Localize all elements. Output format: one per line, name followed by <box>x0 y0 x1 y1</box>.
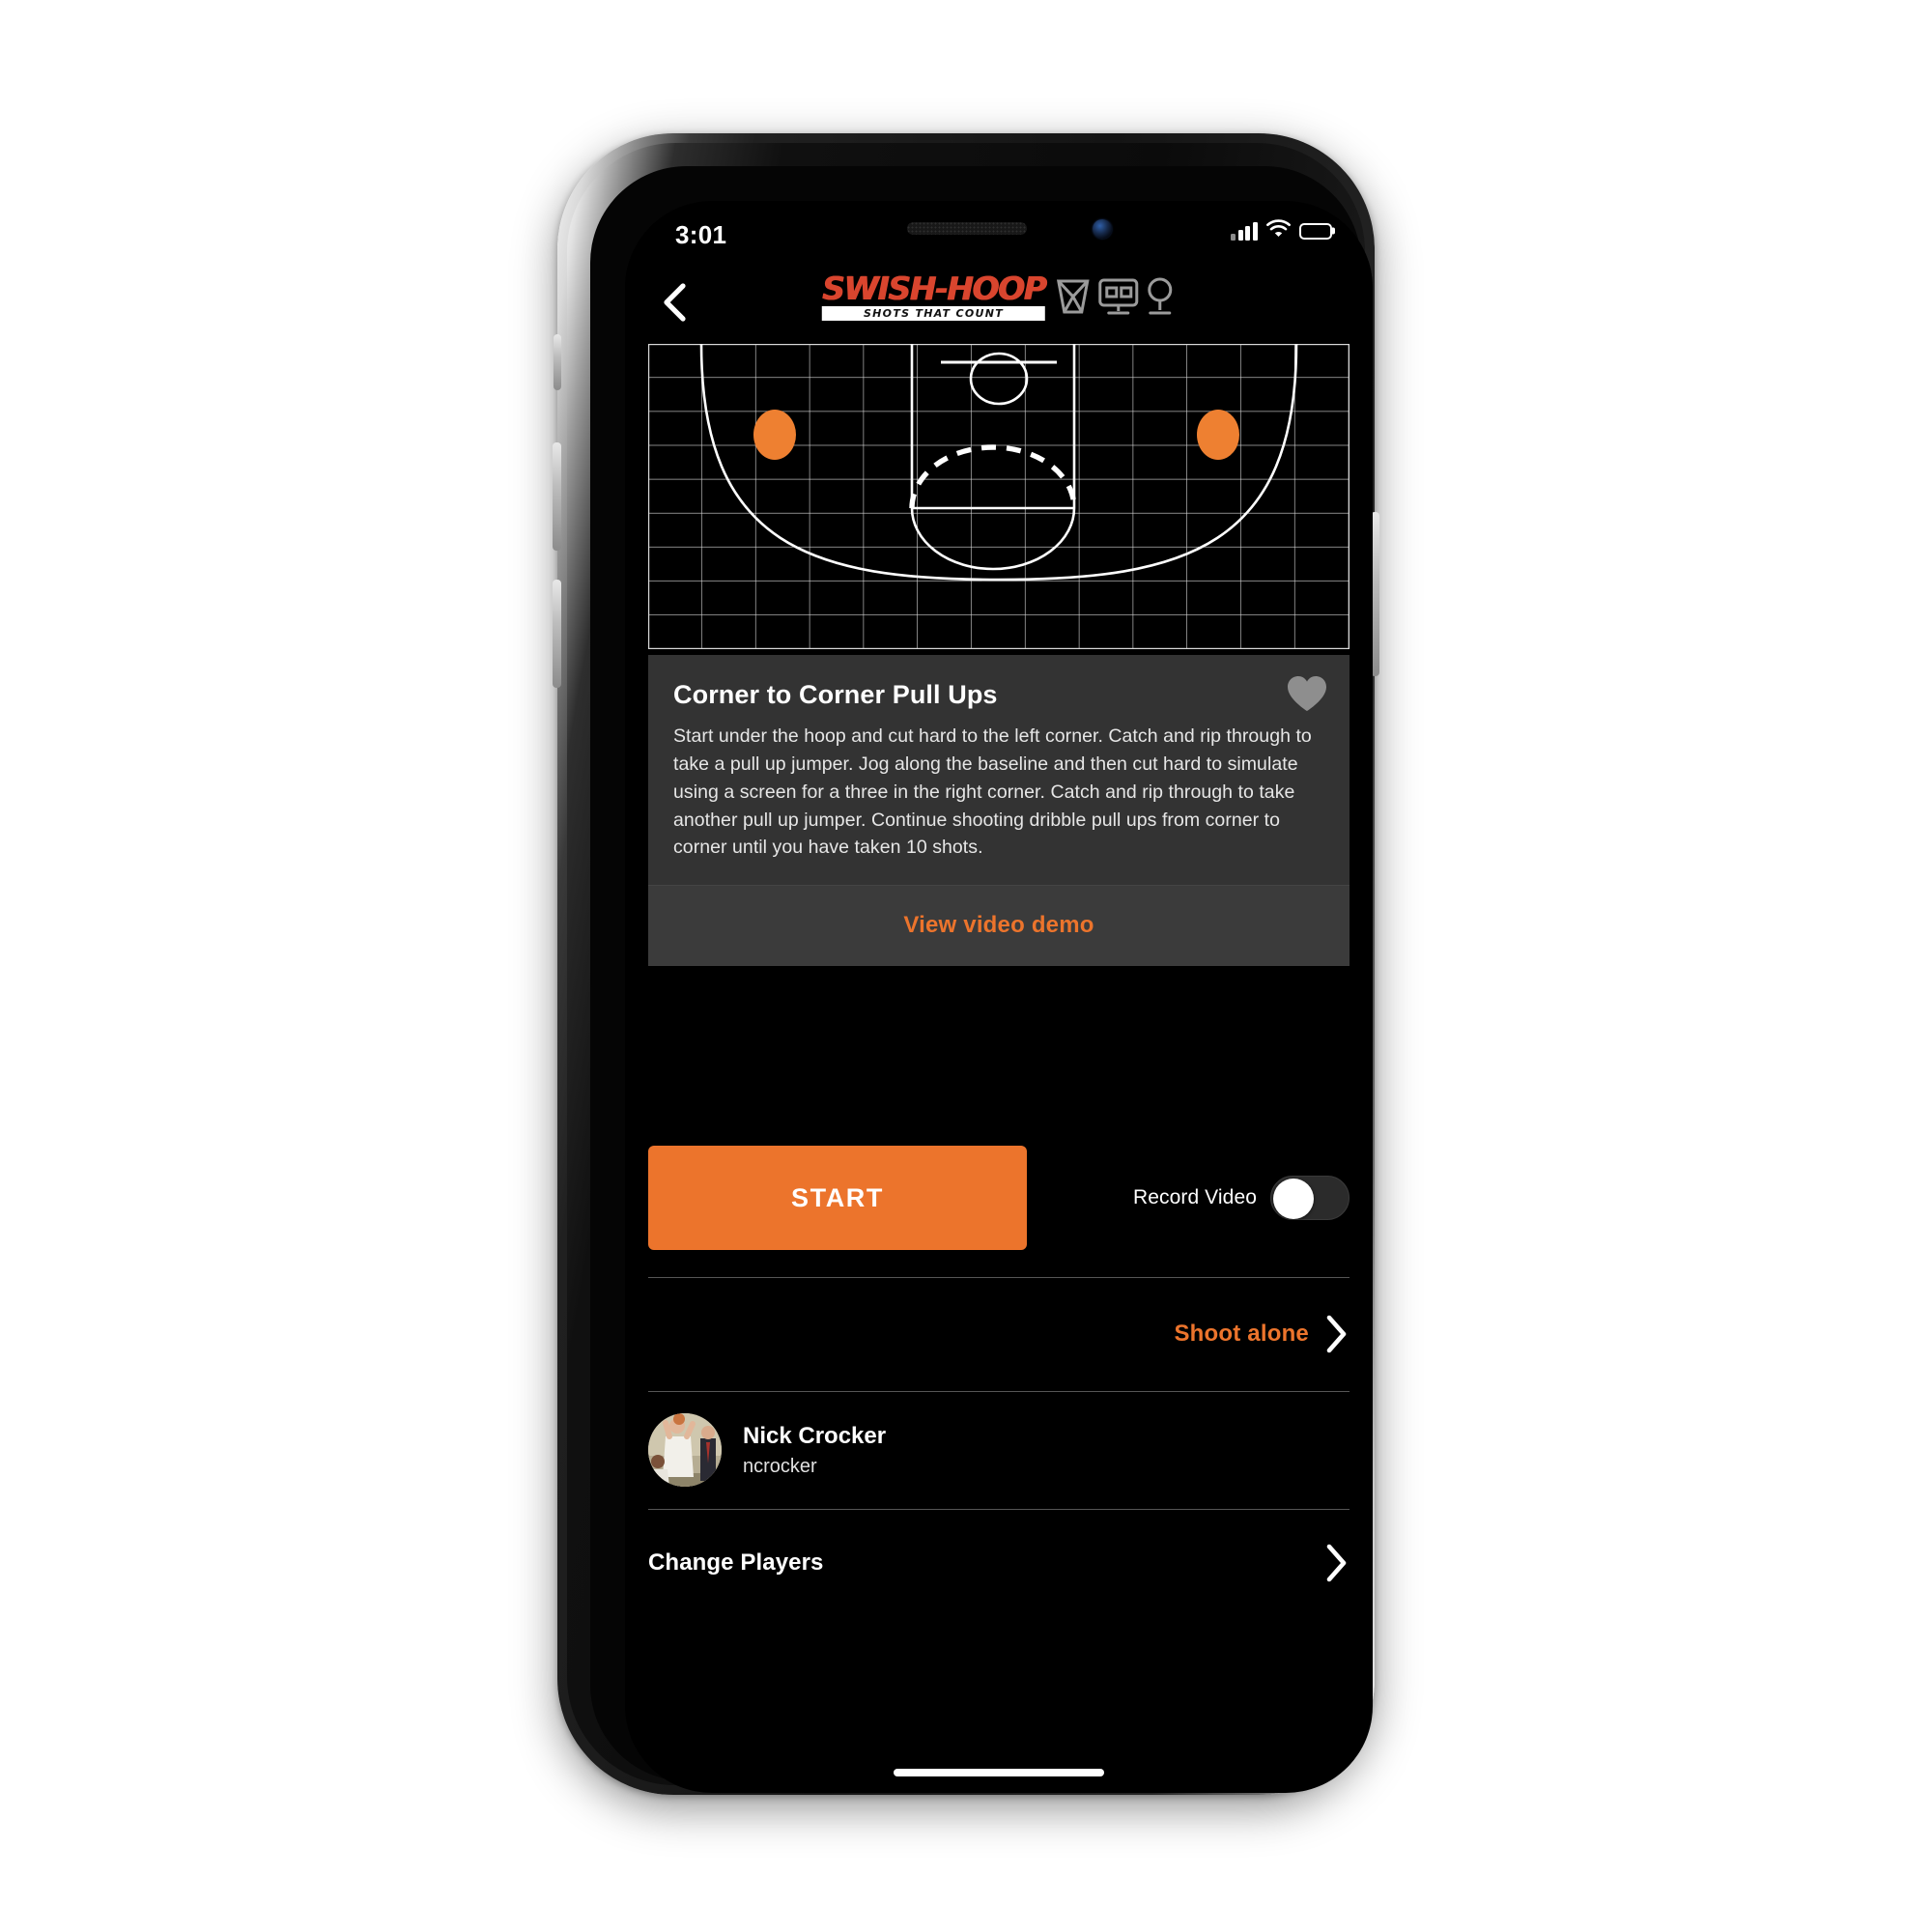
status-bar-clock: 3:01 <box>675 220 727 249</box>
record-video-label: Record Video <box>1132 1186 1257 1208</box>
scoreboard-icon <box>1098 278 1139 315</box>
cellular-signal-icon <box>1231 221 1258 241</box>
drill-description: Start under the hoop and cut hard to the… <box>673 725 1312 859</box>
volume-up-button[interactable] <box>553 442 561 551</box>
app-header: SWISH-HOOP SHOTS THAT COUNT <box>625 261 1373 344</box>
shoot-alone-label: Shoot alone <box>1174 1321 1309 1347</box>
basketball-half-court-diagram[interactable] <box>648 344 1350 649</box>
drill-card-body: Corner to Corner Pull Ups Start under th… <box>648 655 1350 885</box>
change-players-label: Change Players <box>648 1549 824 1576</box>
logo-wordmark: SWISH-HOOP SHOTS THAT COUNT <box>821 270 1047 321</box>
person-icon <box>1148 277 1173 315</box>
toggle-knob <box>1273 1179 1314 1219</box>
front-camera-icon <box>1093 219 1112 239</box>
logo-tagline-text: SHOTS THAT COUNT <box>863 306 1005 320</box>
view-video-demo-button[interactable]: View video demo <box>648 885 1350 967</box>
player-avatar-photo <box>648 1413 722 1487</box>
phone-notch <box>839 201 1158 261</box>
player-handle: ncrocker <box>743 1455 817 1477</box>
back-button[interactable] <box>648 274 704 330</box>
hoop-net-icon <box>1057 279 1091 314</box>
app-logo: SWISH-HOOP SHOTS THAT COUNT <box>821 270 1176 321</box>
phone-bezel-mid: 3:01 SWISH-HOOP SHOTS THAT COUNT Corner … <box>567 143 1373 1793</box>
wifi-icon <box>1266 219 1291 242</box>
change-players-row[interactable]: Change Players <box>648 1509 1350 1617</box>
volume-down-button[interactable] <box>553 580 561 688</box>
drill-title: Corner to Corner Pull Ups <box>673 680 998 709</box>
start-button[interactable]: START <box>648 1146 1027 1250</box>
right-corner-shot-marker <box>1197 410 1239 460</box>
record-video-control: Record Video <box>1027 1176 1350 1220</box>
chevron-right-icon <box>1326 1315 1347 1353</box>
battery-icon <box>1299 222 1332 240</box>
header-icon-group <box>1054 276 1176 317</box>
action-row: START Record Video <box>648 1146 1350 1250</box>
logo-tagline-bar: SHOTS THAT COUNT <box>821 306 1046 321</box>
player-name: Nick Crocker <box>743 1422 887 1449</box>
left-corner-shot-marker <box>753 410 796 460</box>
favorite-heart-icon[interactable] <box>1286 674 1328 713</box>
heart-icon <box>1288 676 1326 711</box>
court-diagram-container <box>625 344 1373 649</box>
status-bar-icons <box>1231 219 1332 242</box>
logo-main-text: SWISH-HOOP <box>821 270 1047 307</box>
player-list-item[interactable]: Nick Crocker ncrocker <box>648 1391 1350 1509</box>
chevron-right-icon <box>1326 1544 1347 1582</box>
phone-screen: 3:01 SWISH-HOOP SHOTS THAT COUNT Corner … <box>625 201 1373 1793</box>
home-indicator-bar[interactable] <box>894 1769 1104 1776</box>
mute-switch-button[interactable] <box>554 334 561 390</box>
phone-bezel-inner: 3:01 SWISH-HOOP SHOTS THAT COUNT Corner … <box>590 166 1373 1793</box>
player-info: Nick Crocker ncrocker <box>743 1422 886 1479</box>
drill-info-card: Corner to Corner Pull Ups Start under th… <box>648 655 1350 967</box>
record-video-toggle[interactable] <box>1270 1176 1350 1220</box>
phone-device-frame: 3:01 SWISH-HOOP SHOTS THAT COUNT Corner … <box>553 133 1379 1795</box>
earpiece-speaker-icon <box>907 222 1027 235</box>
chevron-left-icon <box>664 283 686 322</box>
screenshot-canvas: 3:01 SWISH-HOOP SHOTS THAT COUNT Corner … <box>0 0 1932 1932</box>
shoot-alone-row[interactable]: Shoot alone <box>648 1277 1350 1391</box>
